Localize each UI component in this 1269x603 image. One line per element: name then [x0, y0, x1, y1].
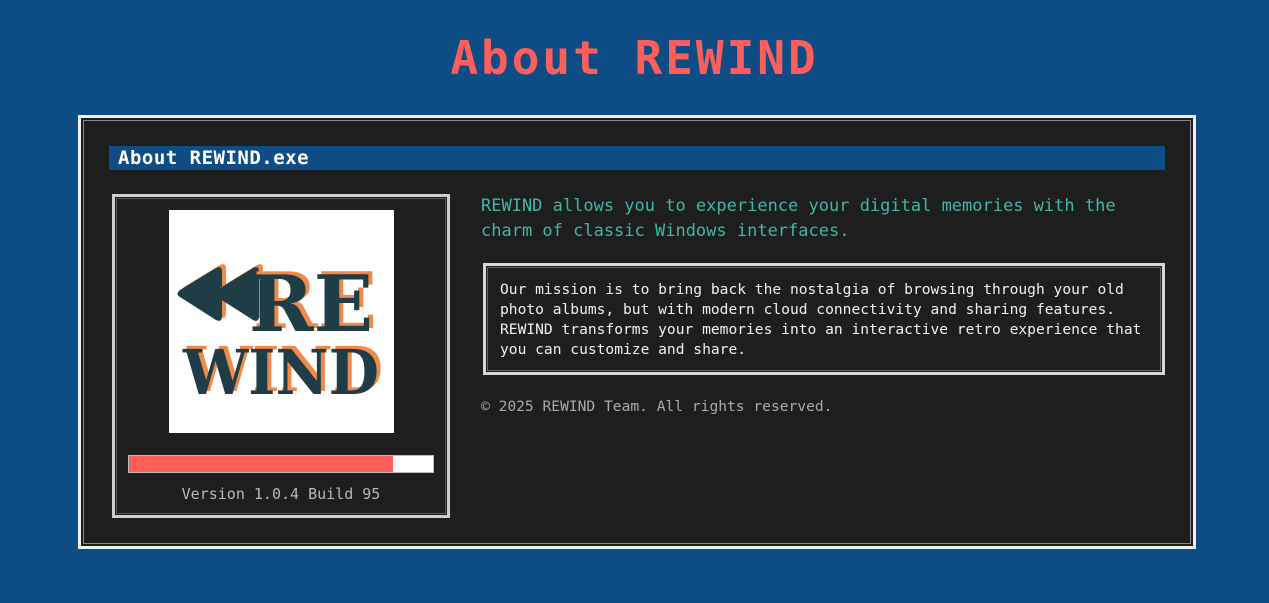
logo-text-line2: WIND [182, 336, 379, 409]
progress-bar [128, 455, 434, 473]
progress-fill [129, 456, 394, 472]
mission-box: Our mission is to bring back the nostalg… [483, 263, 1165, 375]
copyright-text: © 2025 REWIND Team. All rights reserved. [481, 398, 833, 415]
intro-text: REWIND allows you to experience your dig… [481, 196, 1116, 241]
window-title: About REWIND.exe [118, 147, 310, 169]
window-titlebar[interactable]: About REWIND.exe [109, 146, 1165, 170]
mission-text: Our mission is to bring back the nostalg… [500, 281, 1142, 358]
rewind-logo: RE RE WIND WIND [169, 210, 394, 433]
version-label: Version 1.0.4 Build 95 [181, 485, 381, 503]
logo-panel: RE RE WIND WIND Version 1.0.4 Build 95 [112, 194, 450, 518]
page-title: About REWIND [450, 31, 819, 85]
about-window: About REWIND.exe RE RE WIND WIND Version… [78, 115, 1196, 549]
